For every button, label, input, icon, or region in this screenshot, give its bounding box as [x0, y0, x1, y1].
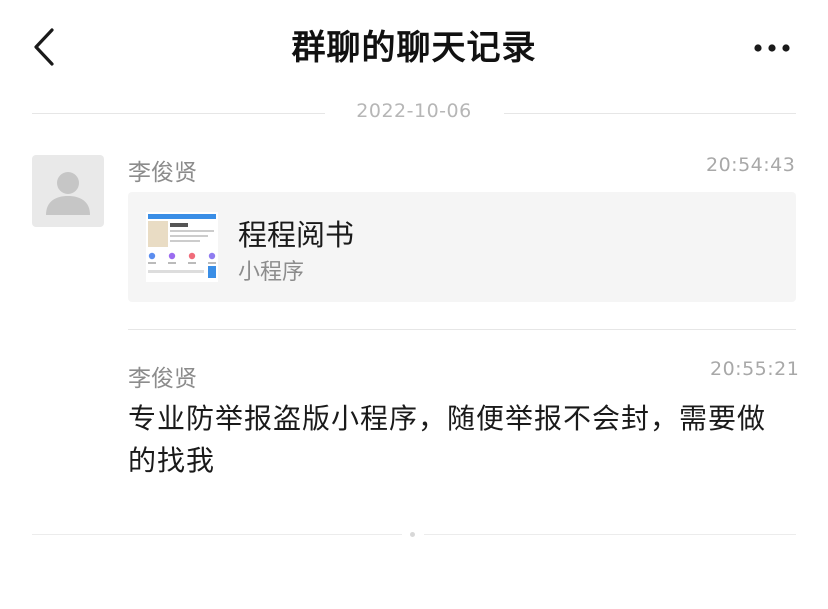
mini-program-label: 小程序 [238, 260, 305, 285]
header-bar: 群聊的聊天记录 [0, 0, 828, 96]
end-divider-left [32, 534, 402, 535]
message-divider [128, 329, 796, 330]
sender-name: 李俊贤 [128, 160, 197, 186]
more-dots-icon [754, 44, 790, 52]
end-divider-right [424, 534, 796, 535]
message-time: 20:54:43 [706, 154, 796, 176]
thumbnail-image [146, 212, 218, 282]
date-separator: 2022-10-06 [32, 98, 796, 128]
mini-program-thumbnail [146, 212, 218, 282]
page-title: 群聊的聊天记录 [291, 28, 537, 68]
sender-name: 李俊贤 [128, 366, 197, 392]
date-label: 2022-10-06 [356, 100, 472, 122]
mini-program-title: 程程阅书 [238, 218, 355, 252]
message-time: 20:55:21 [710, 358, 800, 380]
avatar[interactable] [32, 155, 104, 227]
divider-line [504, 113, 796, 114]
message-text: 专业防举报盗版小程序，随便举报不会封，需要做的找我 [128, 402, 767, 477]
default-user-icon [46, 172, 90, 215]
more-button[interactable] [748, 38, 798, 58]
mini-program-card[interactable]: 程程阅书 小程序 [128, 192, 796, 302]
end-divider-dot [410, 532, 415, 537]
